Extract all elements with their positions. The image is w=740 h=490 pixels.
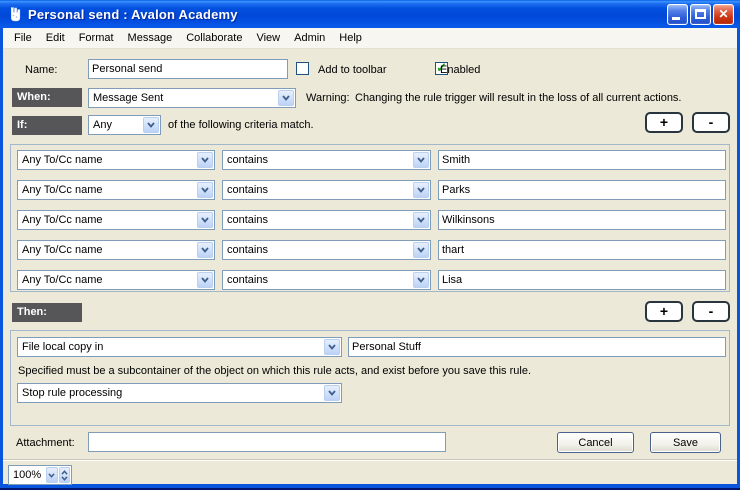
maximize-button[interactable]	[690, 4, 711, 25]
statusbar-divider	[3, 459, 737, 461]
name-label: Name:	[25, 64, 57, 76]
actions-group: File local copy in Specified must be a s…	[10, 330, 730, 426]
criterion-operator-select[interactable]: contains	[222, 180, 431, 200]
minimize-button[interactable]	[667, 4, 688, 25]
chevron-down-icon	[197, 182, 213, 198]
action-value-label: File local copy in	[18, 341, 323, 353]
menu-admin[interactable]: Admin	[287, 30, 332, 46]
chevron-down-icon	[324, 339, 340, 355]
criterion-operator-select[interactable]: contains	[222, 240, 431, 260]
criterion-field-value: Any To/Cc name	[18, 154, 196, 166]
dialog-body: Name: Add to toolbar ✓ Enabled When: Mes…	[3, 49, 737, 484]
enabled-label: Enabled	[440, 64, 480, 76]
title-bar[interactable]: Personal send : Avalon Academy ✕	[0, 0, 740, 28]
criterion-operator-value: contains	[223, 154, 412, 166]
action2-value-label: Stop rule processing	[18, 387, 323, 399]
then-add-action-button[interactable]: +	[645, 301, 683, 322]
criterion-operator-value: contains	[223, 184, 412, 196]
chevron-down-icon	[197, 242, 213, 258]
chevron-down-icon	[413, 212, 429, 228]
chevron-up-icon	[61, 470, 68, 475]
action-select[interactable]: File local copy in	[17, 337, 342, 357]
menu-edit[interactable]: Edit	[39, 30, 72, 46]
criterion-value-input[interactable]	[438, 210, 726, 230]
criterion-value-input[interactable]	[438, 240, 726, 260]
chevron-down-icon	[197, 272, 213, 288]
if-add-criterion-button[interactable]: +	[645, 112, 683, 133]
criterion-field-value: Any To/Cc name	[18, 214, 196, 226]
chevron-down-icon	[413, 152, 429, 168]
if-suffix-label: of the following criteria match.	[168, 119, 314, 131]
criterion-operator-value: contains	[223, 244, 412, 256]
warning-text: Changing the rule trigger will result in…	[355, 92, 682, 104]
criterion-field-select[interactable]: Any To/Cc name	[17, 180, 215, 200]
then-remove-action-button[interactable]: -	[692, 301, 730, 322]
action2-select[interactable]: Stop rule processing	[17, 383, 342, 403]
minimize-icon	[672, 17, 680, 20]
then-label: Then:	[12, 303, 82, 322]
attachment-label: Attachment:	[16, 437, 75, 449]
if-remove-criterion-button[interactable]: -	[692, 112, 730, 133]
action-note: Specified must be a subcontainer of the …	[18, 365, 531, 377]
add-to-toolbar-label: Add to toolbar	[318, 64, 387, 76]
if-match-value: Any	[89, 119, 142, 131]
menu-file[interactable]: File	[7, 30, 39, 46]
criterion-field-select[interactable]: Any To/Cc name	[17, 270, 215, 290]
criterion-operator-select[interactable]: contains	[222, 150, 431, 170]
criterion-value-input[interactable]	[438, 150, 726, 170]
criterion-field-value: Any To/Cc name	[18, 184, 196, 196]
criterion-field-value: Any To/Cc name	[18, 274, 196, 286]
criterion-value-input[interactable]	[438, 270, 726, 290]
maximize-icon	[695, 9, 706, 19]
menu-message[interactable]: Message	[121, 30, 180, 46]
name-input[interactable]	[88, 59, 288, 79]
menu-collaborate[interactable]: Collaborate	[179, 30, 249, 46]
app-icon	[6, 6, 23, 23]
chevron-down-icon[interactable]	[46, 467, 57, 483]
add-to-toolbar-checkbox[interactable]	[296, 62, 309, 75]
criterion-field-select[interactable]: Any To/Cc name	[17, 240, 215, 260]
close-icon: ✕	[718, 7, 728, 21]
window-title: Personal send : Avalon Academy	[28, 7, 238, 22]
attachment-input[interactable]	[88, 432, 446, 452]
close-button[interactable]: ✕	[713, 4, 734, 25]
action-target-input[interactable]	[348, 337, 726, 357]
chevron-down-icon	[143, 117, 159, 133]
chevron-down-icon	[413, 272, 429, 288]
cancel-button[interactable]: Cancel	[557, 432, 634, 453]
warning-prefix: Warning:	[306, 92, 350, 104]
chevron-down-icon	[324, 385, 340, 401]
criterion-value-input[interactable]	[438, 180, 726, 200]
if-label: If:	[12, 116, 82, 135]
criterion-operator-select[interactable]: contains	[222, 270, 431, 290]
when-label: When:	[12, 88, 82, 107]
if-match-select[interactable]: Any	[88, 115, 161, 135]
save-button[interactable]: Save	[650, 432, 721, 453]
window: Personal send : Avalon Academy ✕ File Ed…	[0, 0, 740, 490]
chevron-down-icon	[197, 152, 213, 168]
menu-view[interactable]: View	[249, 30, 287, 46]
chevron-down-icon	[413, 182, 429, 198]
criterion-field-value: Any To/Cc name	[18, 244, 196, 256]
criterion-field-select[interactable]: Any To/Cc name	[17, 150, 215, 170]
when-trigger-select[interactable]: Message Sent	[88, 88, 296, 108]
criteria-group: Any To/Cc name contains Any To/Cc name c…	[10, 144, 730, 292]
criterion-operator-value: contains	[223, 214, 412, 226]
criterion-field-select[interactable]: Any To/Cc name	[17, 210, 215, 230]
menu-format[interactable]: Format	[72, 30, 121, 46]
criterion-operator-select[interactable]: contains	[222, 210, 431, 230]
chevron-down-icon	[413, 242, 429, 258]
chevron-down-icon	[197, 212, 213, 228]
criterion-operator-value: contains	[223, 274, 412, 286]
when-trigger-value: Message Sent	[89, 92, 277, 104]
menu-help[interactable]: Help	[332, 30, 369, 46]
zoom-level-value: 100%	[9, 466, 45, 484]
chevron-down-icon	[278, 90, 294, 106]
chevron-down-icon	[61, 476, 68, 481]
menu-bar: File Edit Format Message Collaborate Vie…	[3, 28, 737, 49]
zoom-stepper[interactable]	[59, 467, 70, 483]
zoom-control[interactable]: 100%	[8, 465, 72, 485]
